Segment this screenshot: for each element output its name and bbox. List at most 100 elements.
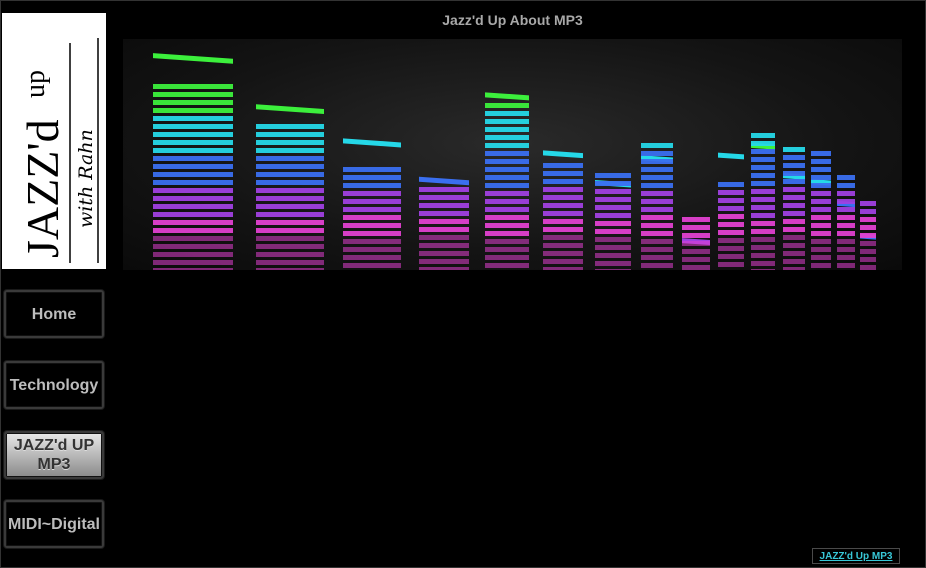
equalizer-bar-segment: [543, 227, 583, 232]
logo-superscript: up: [20, 70, 51, 98]
equalizer-bar-segment: [751, 213, 775, 218]
equalizer-bar-segment: [485, 247, 529, 252]
equalizer-bar-segment: [485, 223, 529, 228]
equalizer-bar-segment: [419, 219, 469, 224]
equalizer-bar-segment: [343, 223, 401, 228]
equalizer-bar-segment: [783, 187, 805, 192]
equalizer-bar-segment: [783, 179, 805, 184]
equalizer-bar-segment: [256, 164, 324, 169]
equalizer-bar-segment: [718, 214, 744, 219]
equalizer-bar-segment: [860, 249, 876, 254]
equalizer-bar-segment: [751, 141, 775, 146]
equalizer-bar-segment: [837, 247, 855, 252]
equalizer-bar-segment: [811, 231, 831, 236]
equalizer-bar-segment: [783, 251, 805, 256]
equalizer-bar-segment: [485, 175, 529, 180]
equalizer-bar-segment: [153, 196, 233, 201]
equalizer-bar-segment: [543, 179, 583, 184]
equalizer-bar-segment: [543, 235, 583, 240]
equalizer-bar-segment: [153, 148, 233, 153]
equalizer-bar-segment: [485, 143, 529, 148]
equalizer-bar-segment: [153, 140, 233, 145]
equalizer-bar-segment: [641, 215, 673, 220]
equalizer-bar-segment: [837, 175, 855, 180]
equalizer-bar-segment: [751, 261, 775, 266]
equalizer-bar-segment: [718, 198, 744, 203]
equalizer-peak: [543, 150, 583, 159]
page-title: Jazz'd Up About MP3: [442, 12, 583, 28]
nav-jazzd-up-mp3-button[interactable]: JAZZ'd UP MP3: [4, 431, 104, 479]
equalizer-bar-segment: [343, 247, 401, 252]
equalizer-bar-segment: [153, 100, 233, 105]
equalizer-bar-segment: [718, 238, 744, 243]
equalizer-bar-segment: [343, 183, 401, 188]
equalizer-bar-segment: [751, 253, 775, 258]
equalizer-bar-segment: [153, 260, 233, 265]
equalizer-bar-segment: [485, 231, 529, 236]
equalizer-bar-segment: [256, 172, 324, 177]
equalizer-bar-segment: [419, 235, 469, 240]
equalizer-bar-segment: [718, 230, 744, 235]
site-logo[interactable]: JAZZ'd up with Rahn: [2, 13, 106, 269]
equalizer-bar-segment: [641, 143, 673, 148]
equalizer-bar-segment: [811, 199, 831, 204]
equalizer-bar-segment: [256, 244, 324, 249]
equalizer-bar-segment: [153, 116, 233, 121]
equalizer-bar-segment: [543, 251, 583, 256]
equalizer-peak: [485, 92, 529, 101]
equalizer-bar-segment: [783, 163, 805, 168]
equalizer-bar-segment: [718, 190, 744, 195]
equalizer-bar-segment: [256, 180, 324, 185]
equalizer-bar-segment: [153, 220, 233, 225]
equalizer-bar-segment: [419, 195, 469, 200]
equalizer-bar-segment: [153, 108, 233, 113]
equalizer-bar-segment: [485, 127, 529, 132]
equalizer-bar-segment: [485, 159, 529, 164]
equalizer-bar-segment: [256, 148, 324, 153]
equalizer-bar-segment: [595, 213, 631, 218]
equalizer-bar-segment: [485, 255, 529, 260]
equalizer-bar-segment: [153, 156, 233, 161]
equalizer-bar-segment: [718, 206, 744, 211]
equalizer-bar-segment: [485, 111, 529, 116]
equalizer-bar-segment: [718, 246, 744, 251]
equalizer-bar-segment: [343, 215, 401, 220]
equalizer-bar-segment: [543, 267, 583, 270]
equalizer-bar-segment: [641, 199, 673, 204]
equalizer-bar-segment: [641, 263, 673, 268]
nav-midi-digital-button[interactable]: MIDI~Digital: [4, 500, 104, 548]
equalizer-bar-segment: [641, 239, 673, 244]
equalizer-bar-segment: [751, 245, 775, 250]
equalizer-bar-segment: [811, 183, 831, 188]
equalizer-bar-segment: [256, 196, 324, 201]
equalizer-bar-segment: [485, 199, 529, 204]
equalizer-bar-segment: [256, 124, 324, 129]
equalizer-bar-segment: [783, 259, 805, 264]
equalizer-bar-segment: [783, 203, 805, 208]
equalizer-bar-segment: [153, 212, 233, 217]
equalizer-bar-segment: [837, 239, 855, 244]
equalizer-bar-segment: [783, 235, 805, 240]
equalizer-bar-segment: [153, 180, 233, 185]
footer-jazzd-up-mp3-link[interactable]: JAZZ'd Up MP3: [812, 548, 900, 564]
equalizer-bar-segment: [419, 203, 469, 208]
equalizer-bar-segment: [860, 233, 876, 238]
equalizer-bar-segment: [751, 133, 775, 138]
equalizer-bar-segment: [485, 191, 529, 196]
equalizer-bar-segment: [153, 268, 233, 270]
equalizer-bar-segment: [595, 173, 631, 178]
equalizer-bar-segment: [751, 165, 775, 170]
equalizer-bar-segment: [419, 251, 469, 256]
equalizer-bar-segment: [543, 219, 583, 224]
nav-home-button[interactable]: Home: [4, 290, 104, 338]
nav-technology-button[interactable]: Technology: [4, 361, 104, 409]
equalizer-bar-segment: [811, 191, 831, 196]
equalizer-peak: [718, 152, 744, 160]
equalizer-bar-segment: [783, 219, 805, 224]
equalizer-bar-segment: [543, 259, 583, 264]
equalizer-bar-segment: [485, 103, 529, 108]
equalizer-bar-segment: [811, 159, 831, 164]
logo-tagline: with Rahn: [75, 129, 97, 228]
equalizer-bar-segment: [641, 255, 673, 260]
equalizer-bar-segment: [837, 255, 855, 260]
